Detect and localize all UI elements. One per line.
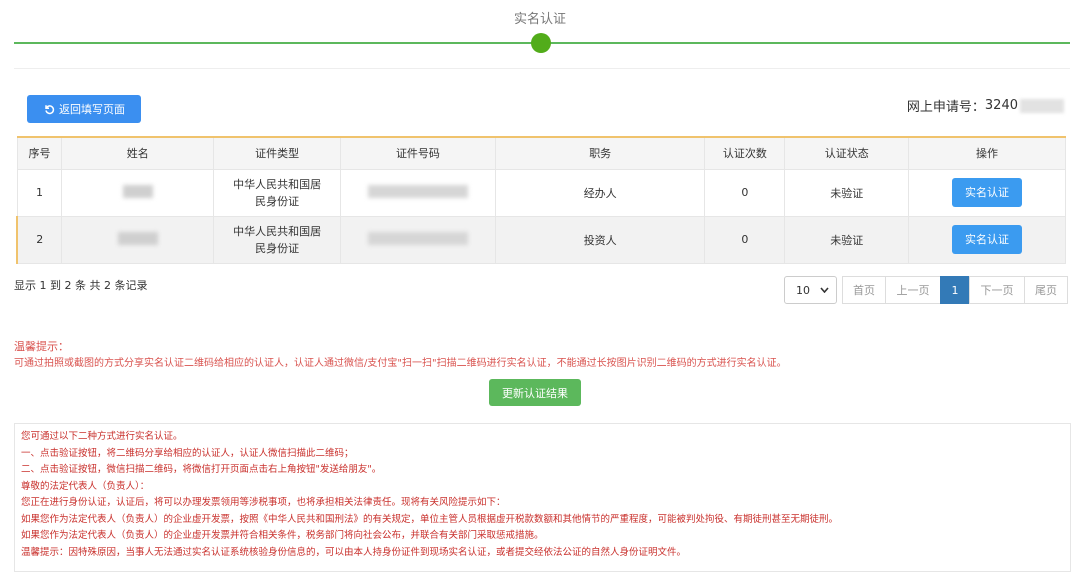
- real-name-auth-button[interactable]: 实名认证: [952, 225, 1023, 254]
- column-header: 认证状态: [784, 136, 910, 170]
- tip-text: 可通过拍照或截图的方式分享实名认证二维码给相应的认证人，认证人通过微信/支付宝"…: [14, 358, 787, 369]
- table-row: 2 中华人民共和国居民身份证 投资人 0 未验证 实名认证: [16, 215, 1066, 264]
- column-header: 认证次数: [704, 136, 786, 170]
- refresh-result-button[interactable]: 更新认证结果: [489, 379, 581, 406]
- notice-line: 如果您作为法定代表人（负责人）的企业虚开发票并符合相关条件，税务部门将向社会公布…: [21, 530, 544, 541]
- redacted-name: [122, 184, 153, 198]
- back-to-edit-button[interactable]: 返回填写页面: [27, 95, 141, 123]
- page-size-select[interactable]: 10: [784, 276, 837, 304]
- name-cell: [61, 215, 215, 264]
- next-page-button[interactable]: 下一页: [969, 276, 1025, 304]
- role-cell: 投资人: [494, 215, 706, 264]
- prev-page-button[interactable]: 上一页: [885, 276, 941, 304]
- notice-line: 二、点击验证按钮，微信扫描二维码，将微信打开页面点击右上角按钮"发送给朋友"。: [21, 464, 382, 475]
- table-header-row: 序号 姓名 证件类型 证件号码 职务 认证次数 认证状态 操作: [16, 136, 1066, 170]
- notice-line: 您可通过以下二种方式进行实名认证。: [21, 431, 183, 442]
- redacted-name: [117, 231, 158, 245]
- first-page-button[interactable]: 首页: [842, 276, 886, 304]
- auth-count-cell: 0: [704, 215, 786, 264]
- column-header: 证件类型: [213, 136, 341, 170]
- auth-status-cell: 未验证: [784, 215, 910, 264]
- page-size-value: 10: [796, 283, 810, 297]
- redacted-id-number: [367, 184, 468, 198]
- redacted-id-number: [367, 231, 468, 245]
- column-header: 证件号码: [340, 136, 496, 170]
- id-type-cell: 中华人民共和国居民身份证: [213, 168, 341, 217]
- pagination: 首页 上一页 1 下一页 尾页: [842, 276, 1068, 304]
- back-to-edit-label: 返回填写页面: [59, 103, 125, 116]
- auth-status-cell: 未验证: [784, 168, 910, 217]
- redacted-application-number: [1020, 98, 1064, 113]
- id-type-cell: 中华人民共和国居民身份证: [213, 215, 341, 264]
- notice-line: 温馨提示：因特殊原因，当事人无法通过实名认证系统核验身份信息的，可以由本人持身份…: [21, 546, 687, 558]
- authentication-table: 序号 姓名 证件类型 证件号码 职务 认证次数 认证状态 操作 1 中华人民共和…: [16, 136, 1066, 264]
- record-summary: 显示 1 到 2 条 共 2 条记录: [14, 279, 148, 292]
- id-number-cell: [340, 168, 496, 217]
- column-header: 操作: [908, 136, 1066, 170]
- notice-line: 一、点击验证按钮，将二维码分享给相应的认证人，认证人微信扫描此二维码；: [21, 447, 354, 459]
- page-1-button[interactable]: 1: [940, 276, 970, 304]
- progress-step-dot: [531, 33, 551, 53]
- row-number: 1: [16, 168, 63, 217]
- application-number-value: 3240: [984, 98, 1018, 113]
- action-cell: 实名认证: [908, 168, 1066, 217]
- column-header: 序号: [16, 136, 63, 170]
- role-cell: 经办人: [494, 168, 706, 217]
- step-title: 实名认证: [513, 12, 566, 27]
- table-row: 1 中华人民共和国居民身份证 经办人 0 未验证 实名认证: [16, 168, 1066, 217]
- notice-panel: 您可通过以下二种方式进行实名认证。 一、点击验证按钮，将二维码分享给相应的认证人…: [14, 423, 1071, 572]
- notice-line: 如果您作为法定代表人（负责人）的企业虚开发票，按照《中华人民共和国刑法》的有关规…: [21, 513, 839, 525]
- tip-title: 温馨提示：: [14, 340, 69, 353]
- last-page-button[interactable]: 尾页: [1024, 276, 1068, 304]
- action-cell: 实名认证: [908, 215, 1066, 264]
- column-header: 职务: [494, 136, 706, 170]
- application-number-label: 网上申请号：: [906, 100, 985, 115]
- column-header: 姓名: [61, 136, 215, 170]
- notice-line: 尊敬的法定代表人（负责人）：: [21, 480, 150, 492]
- undo-icon: [45, 105, 55, 115]
- name-cell: [61, 168, 215, 217]
- notice-line: 您正在进行身份认证，认证后，将可以办理发票领用等涉税事项，也将承担相关法律责任。…: [21, 497, 506, 508]
- id-number-cell: [340, 215, 496, 264]
- row-number: 2: [16, 215, 63, 264]
- auth-count-cell: 0: [704, 168, 786, 217]
- divider: [14, 68, 1070, 69]
- real-name-auth-button[interactable]: 实名认证: [952, 178, 1023, 207]
- chevron-down-icon: [820, 287, 829, 293]
- application-number: 网上申请号： 3240: [907, 96, 1064, 115]
